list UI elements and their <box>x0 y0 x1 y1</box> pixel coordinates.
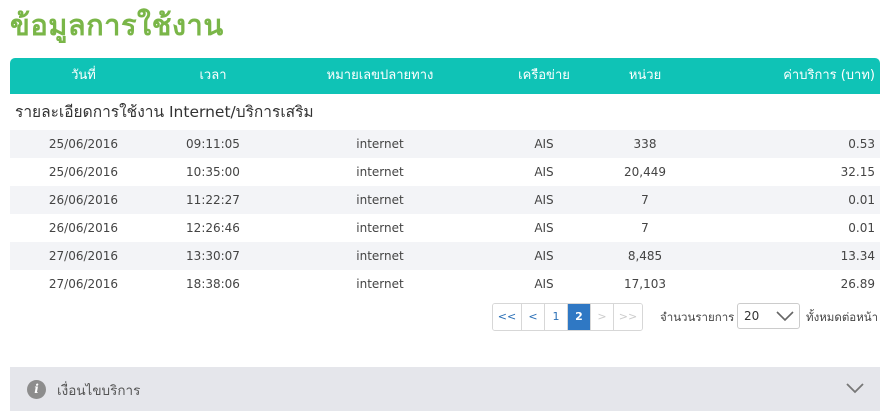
next-page-button[interactable]: > <box>591 304 614 330</box>
header-date: วันที่ <box>71 68 96 83</box>
table-row: 25/06/2016 09:11:05 internet AIS 338 0.5… <box>10 130 880 158</box>
cell-date: 26/06/2016 <box>48 193 119 207</box>
cell-number: internet <box>356 249 404 263</box>
cell-number: internet <box>356 193 404 207</box>
cell-number: internet <box>356 221 404 235</box>
header-unit: หน่วย <box>628 68 662 83</box>
cell-time: 11:22:27 <box>186 193 240 207</box>
cell-unit: 7 <box>641 221 649 235</box>
total-per-page-label: ทั้งหมดต่อหน้า <box>806 310 879 324</box>
service-conditions-accordion[interactable]: i เงื่อนไขบริการ <box>10 367 880 411</box>
cell-date: 27/06/2016 <box>48 249 119 263</box>
table-row: 26/06/2016 11:22:27 internet AIS 7 0.01 <box>10 186 880 214</box>
header-cost: ค่าบริการ (บาท) <box>783 68 875 83</box>
header-time: เวลา <box>199 68 227 83</box>
table-row: 27/06/2016 18:38:06 internet AIS 17,103 … <box>10 270 880 298</box>
table-header: วันที่ เวลา หมายเลขปลายทาง เครือข่าย หน่… <box>10 58 880 94</box>
cell-date: 25/06/2016 <box>48 165 119 179</box>
usage-table: วันที่ เวลา หมายเลขปลายทาง เครือข่าย หน่… <box>10 58 880 354</box>
page-1-button[interactable]: 1 <box>545 304 568 330</box>
cell-number: internet <box>356 137 404 151</box>
cell-date: 27/06/2016 <box>48 277 119 291</box>
page-2-button[interactable]: 2 <box>568 304 591 330</box>
cell-unit: 7 <box>641 193 649 207</box>
table-body: 25/06/2016 09:11:05 internet AIS 338 0.5… <box>10 130 880 298</box>
table-row: 25/06/2016 10:35:00 internet AIS 20,449 … <box>10 158 880 186</box>
pagination: << < 1 2 > >> <box>492 303 643 331</box>
cell-time: 10:35:00 <box>186 165 240 179</box>
cell-cost: 26.89 <box>840 277 875 291</box>
cell-cost: 0.01 <box>848 193 875 207</box>
cell-number: internet <box>356 165 404 179</box>
cell-time: 18:38:06 <box>186 277 240 291</box>
per-page-select[interactable]: 20 <box>737 303 800 329</box>
cell-cost: 32.15 <box>840 165 875 179</box>
section-title: รายละเอียดการใช้งาน Internet/บริการเสริม <box>10 94 880 130</box>
cell-cost: 0.53 <box>848 137 875 151</box>
pagination-bar: << < 1 2 > >> จำนวนรายการ 20 ทั้งหมดต่อห… <box>10 298 880 354</box>
cell-time: 09:11:05 <box>186 137 240 151</box>
chevron-down-icon <box>776 311 794 322</box>
chevron-down-icon[interactable] <box>846 382 864 394</box>
table-row: 27/06/2016 13:30:07 internet AIS 8,485 1… <box>10 242 880 270</box>
table-row: 26/06/2016 12:26:46 internet AIS 7 0.01 <box>10 214 880 242</box>
cell-unit: 20,449 <box>624 165 666 179</box>
cell-unit: 338 <box>633 137 657 151</box>
last-page-button[interactable]: >> <box>614 304 642 330</box>
service-conditions-label: เงื่อนไขบริการ <box>57 383 141 399</box>
header-number: หมายเลขปลายทาง <box>326 68 434 83</box>
info-icon: i <box>27 380 46 399</box>
cell-date: 26/06/2016 <box>48 221 119 235</box>
first-page-button[interactable]: << <box>493 304 522 330</box>
cell-time: 12:26:46 <box>186 221 240 235</box>
page-title: ข้อมูลการใช้งาน <box>10 8 224 42</box>
cell-cost: 13.34 <box>840 249 875 263</box>
cell-date: 25/06/2016 <box>48 137 119 151</box>
cell-unit: 17,103 <box>624 277 666 291</box>
cell-time: 13:30:07 <box>186 249 240 263</box>
per-page-label: จำนวนรายการ <box>660 310 735 324</box>
per-page-value: 20 <box>744 309 760 323</box>
prev-page-button[interactable]: < <box>522 304 545 330</box>
cell-unit: 8,485 <box>627 249 663 263</box>
cell-number: internet <box>356 277 404 291</box>
cell-cost: 0.01 <box>848 221 875 235</box>
